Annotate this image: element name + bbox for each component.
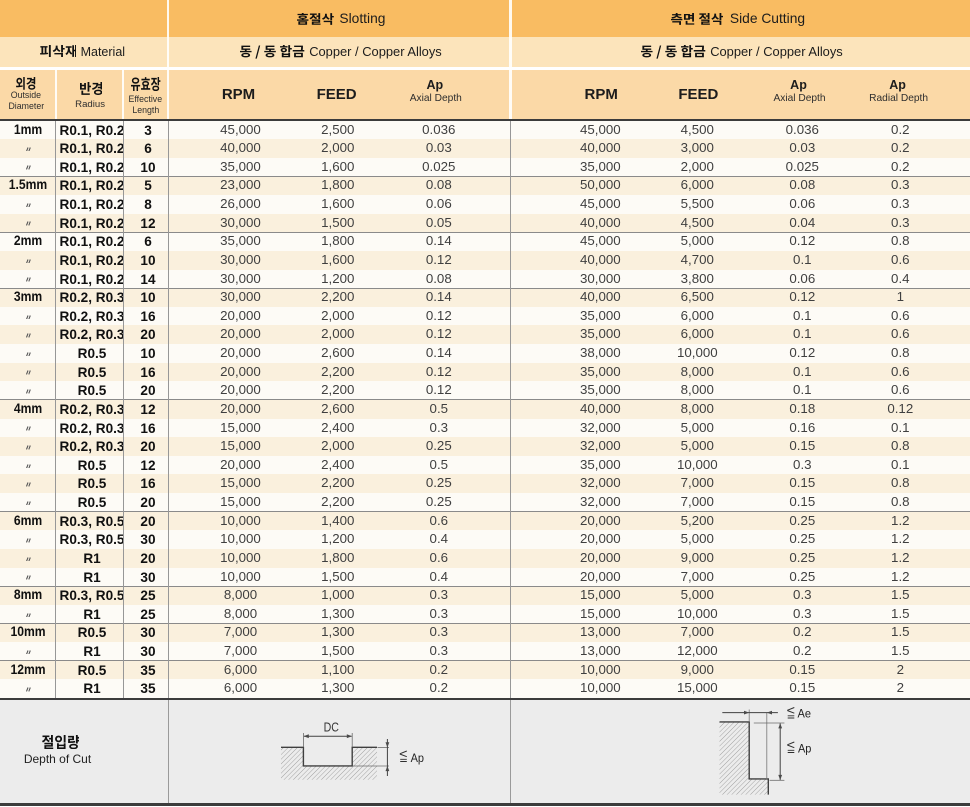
svg-text:Ap: Ap [798, 742, 811, 756]
svg-text:DC: DC [324, 720, 339, 735]
svg-text:Ap: Ap [411, 751, 424, 765]
svg-text:Ae: Ae [798, 707, 812, 721]
